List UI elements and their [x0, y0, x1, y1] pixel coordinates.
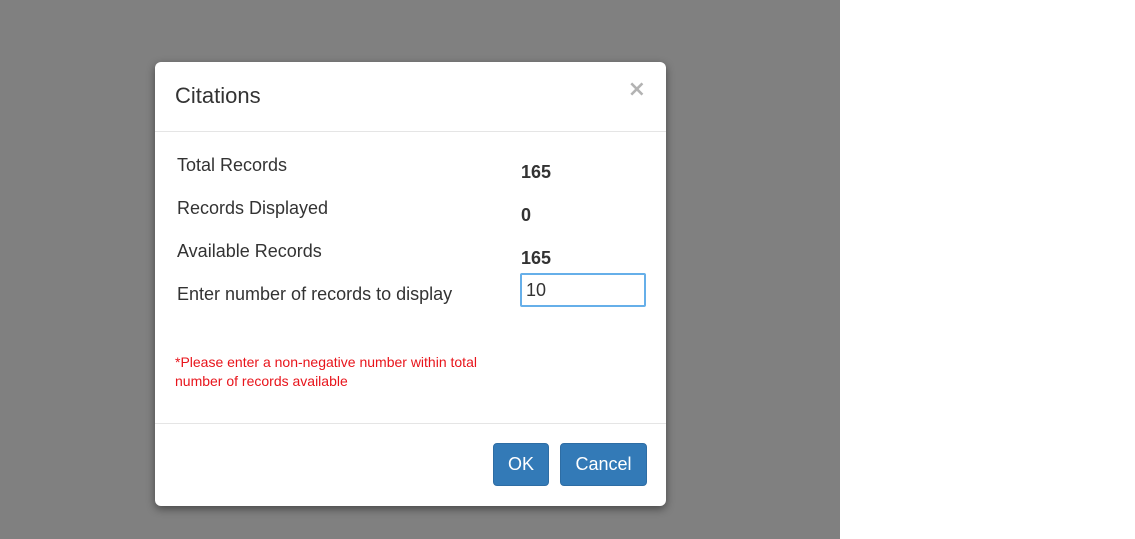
available-records-label: Available Records — [177, 241, 322, 261]
records-displayed-label: Records Displayed — [177, 198, 329, 218]
dialog-body: Total Records 165 Records Displayed 0 Av… — [155, 132, 666, 424]
close-icon[interactable]: × — [628, 79, 646, 101]
dialog-header: Citations × — [155, 62, 666, 132]
citations-dialog: Citations × Total Records 165 Records Di… — [155, 62, 666, 506]
total-records-label: Total Records — [177, 155, 288, 175]
total-records-value: 165 — [521, 162, 552, 182]
validation-error-message: *Please enter a non-negative number with… — [175, 354, 477, 389]
records-displayed-value: 0 — [521, 205, 532, 225]
dialog-footer: OK Cancel — [155, 424, 666, 505]
dialog-title: Citations — [175, 83, 261, 108]
records-to-display-input[interactable] — [520, 273, 646, 307]
ok-button[interactable]: OK — [493, 443, 549, 486]
available-records-value: 165 — [521, 248, 552, 268]
records-to-display-label: Enter number of records to display — [177, 284, 453, 304]
cancel-button[interactable]: Cancel — [560, 443, 647, 486]
